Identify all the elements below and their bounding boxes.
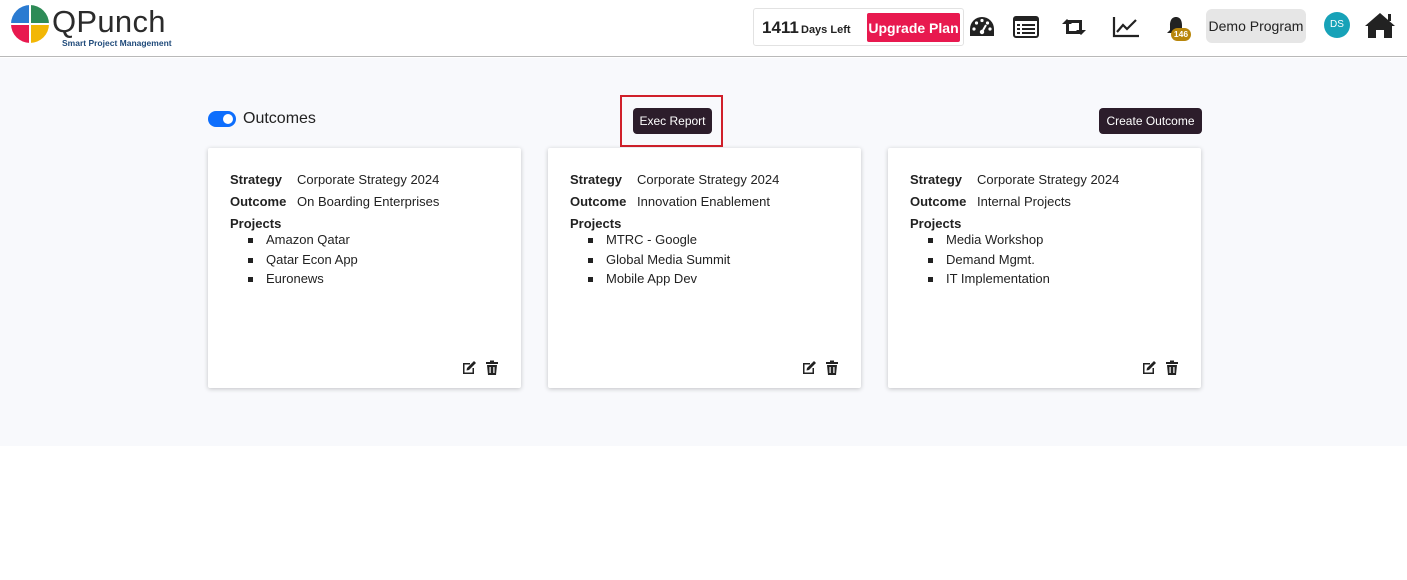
top-header: QPunch Smart Project Management 1411 Day… — [0, 0, 1407, 57]
list-item: Amazon Qatar — [246, 232, 358, 252]
projects-label: Projects — [910, 216, 962, 231]
strategy-label: Strategy — [230, 172, 283, 187]
days-left-label: Days Left — [801, 24, 851, 36]
outcome-row: Outcome Internal Projects — [910, 194, 1071, 209]
outcome-label: Outcome — [910, 194, 967, 209]
list-item: Mobile App Dev — [586, 271, 730, 291]
list-item: Euronews — [246, 271, 358, 291]
trash-icon[interactable] — [485, 360, 501, 376]
strategy-value: Corporate Strategy 2024 — [977, 172, 1120, 187]
card-actions — [1141, 360, 1181, 376]
outcome-value: Innovation Enablement — [637, 194, 770, 209]
list-item: Media Workshop — [926, 232, 1050, 252]
strategy-row: Strategy Corporate Strategy 2024 — [230, 172, 439, 187]
outcomes-toggle[interactable] — [208, 111, 236, 127]
edit-icon[interactable] — [801, 360, 817, 376]
qpunch-logo[interactable]: QPunch Smart Project Management — [10, 4, 190, 50]
edit-icon[interactable] — [1141, 360, 1157, 376]
edit-icon[interactable] — [461, 360, 477, 376]
projects-label: Projects — [230, 216, 282, 231]
dashboard-icon[interactable] — [967, 12, 997, 42]
list-item: IT Implementation — [926, 271, 1050, 291]
strategy-label: Strategy — [910, 172, 963, 187]
list-icon[interactable] — [1011, 12, 1041, 42]
outcomes-toggle-label: Outcomes — [243, 110, 316, 127]
strategy-row: Strategy Corporate Strategy 2024 — [570, 172, 779, 187]
projects-label: Projects — [570, 216, 622, 231]
card-actions — [801, 360, 841, 376]
trash-icon[interactable] — [825, 360, 841, 376]
outcome-value: Internal Projects — [977, 194, 1071, 209]
logo-mark-icon — [11, 5, 49, 43]
projects-row: Projects — [910, 216, 977, 231]
card-actions — [461, 360, 501, 376]
home-icon[interactable] — [1364, 9, 1396, 41]
days-left-number: 1411 — [762, 18, 799, 37]
avatar[interactable]: DS — [1324, 12, 1350, 38]
strategy-value: Corporate Strategy 2024 — [637, 172, 780, 187]
outcome-row: Outcome On Boarding Enterprises — [230, 194, 439, 209]
list-item: MTRC - Google — [586, 232, 730, 252]
outcome-value: On Boarding Enterprises — [297, 194, 440, 209]
trash-icon[interactable] — [1165, 360, 1181, 376]
list-item: Global Media Summit — [586, 252, 730, 272]
outcome-label: Outcome — [230, 194, 287, 209]
strategy-label: Strategy — [570, 172, 623, 187]
toggle-knob — [223, 114, 233, 124]
exec-report-button[interactable]: Exec Report — [633, 108, 712, 134]
projects-row: Projects — [570, 216, 637, 231]
upgrade-plan-button[interactable]: Upgrade Plan — [867, 13, 960, 42]
program-selector[interactable]: Demo Program — [1206, 9, 1306, 43]
outcome-card: Strategy Corporate Strategy 2024 Outcome O… — [208, 148, 521, 388]
outcome-label: Outcome — [570, 194, 627, 209]
projects-row: Projects — [230, 216, 297, 231]
projects-list: Amazon Qatar Qatar Econ App Euronews — [246, 232, 358, 291]
notification-badge: 146 — [1171, 28, 1191, 41]
outcome-row: Outcome Innovation Enablement — [570, 194, 770, 209]
logo-text: QPunch — [52, 4, 166, 39]
list-item: Qatar Econ App — [246, 252, 358, 272]
projects-list: MTRC - Google Global Media Summit Mobile… — [586, 232, 730, 291]
strategy-value: Corporate Strategy 2024 — [297, 172, 440, 187]
days-left-box: 1411 Days Left Upgrade Plan — [753, 8, 964, 46]
retweet-icon[interactable] — [1059, 12, 1089, 42]
strategy-row: Strategy Corporate Strategy 2024 — [910, 172, 1119, 187]
outcome-card: Strategy Corporate Strategy 2024 Outcome I… — [888, 148, 1201, 388]
outcome-card: Strategy Corporate Strategy 2024 Outcome I… — [548, 148, 861, 388]
create-outcome-button[interactable]: Create Outcome — [1099, 108, 1202, 134]
projects-list: Media Workshop Demand Mgmt. IT Implement… — [926, 232, 1050, 291]
logo-tagline: Smart Project Management — [62, 38, 172, 48]
list-item: Demand Mgmt. — [926, 252, 1050, 272]
chart-line-icon[interactable] — [1111, 12, 1141, 42]
